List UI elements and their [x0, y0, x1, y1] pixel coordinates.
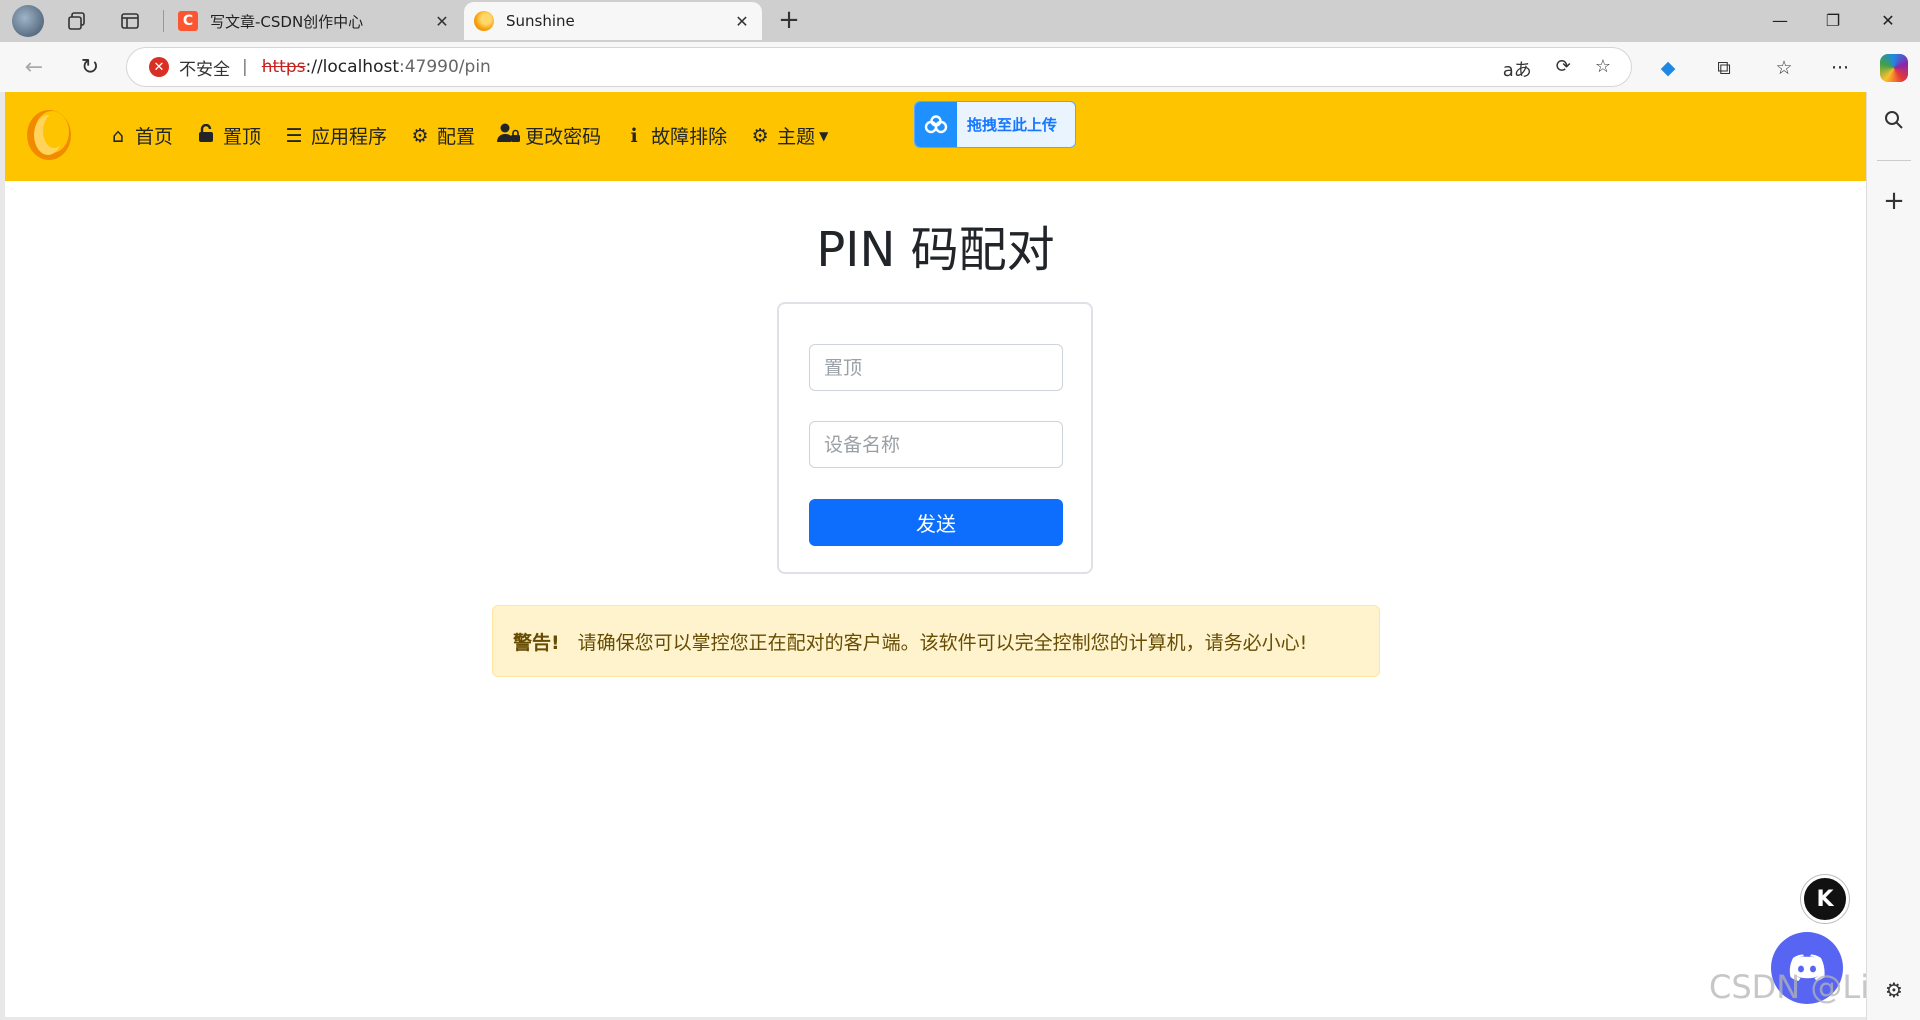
close-icon[interactable]: ✕ — [732, 12, 752, 31]
address-bar-actions: aあ ⟳ ☆ — [1503, 56, 1611, 82]
read-aloud-icon[interactable]: aあ — [1503, 56, 1532, 82]
nav-home[interactable]: ⌂ 首页 — [107, 122, 173, 149]
settings-gear-icon[interactable]: ⚙ — [1882, 978, 1906, 1002]
not-secure-icon[interactable]: ✕ — [149, 57, 169, 77]
csdn-icon: C — [178, 11, 198, 31]
extension-shield-icon[interactable]: ◆ — [1654, 54, 1682, 82]
top-navbar: ⌂ 首页 置顶 ☰ 应用程序 ⚙ 配置 更改密码 i 故障排除 ⚙ 主题 ▼ 拖… — [5, 92, 1866, 181]
nav-links: ⌂ 首页 置顶 ☰ 应用程序 ⚙ 配置 更改密码 i 故障排除 ⚙ 主题 ▼ — [107, 122, 850, 149]
page-viewport: ⌂ 首页 置顶 ☰ 应用程序 ⚙ 配置 更改密码 i 故障排除 ⚙ 主题 ▼ 拖… — [5, 92, 1866, 1017]
page-title: PIN 码配对 — [816, 222, 1055, 278]
vertical-tabs-icon[interactable] — [117, 8, 143, 34]
url-path: :47990/pin — [399, 57, 491, 77]
alert-message: 请确保您可以掌控您正在配对的客户端。该软件可以完全控制您的计算机，请务必小心! — [577, 631, 1308, 654]
more-menu-icon[interactable]: ··· — [1826, 54, 1854, 82]
tab-csdn[interactable]: C 写文章-CSDN创作中心 ✕ — [168, 2, 462, 40]
minimize-icon[interactable]: — — [1760, 6, 1800, 36]
nav-troubleshooting[interactable]: i 故障排除 — [623, 122, 727, 149]
url-separator: | — [242, 57, 248, 77]
url-scheme: https — [261, 57, 306, 77]
upload-label: 拖拽至此上传 — [967, 116, 1058, 134]
cloud-upload-icon — [915, 102, 957, 147]
nav-label: 故障排除 — [651, 126, 728, 148]
sunshine-icon — [474, 11, 494, 31]
pin-input[interactable] — [809, 344, 1063, 391]
address-row: ← ↻ ✕ 不安全 | https://localhost:47990/pin … — [0, 42, 1920, 92]
close-icon[interactable]: ✕ — [432, 12, 452, 31]
extensions-puzzle-icon[interactable]: ⧉ — [1710, 54, 1738, 82]
send-button[interactable]: 发送 — [809, 499, 1063, 546]
nav-change-password[interactable]: 更改密码 — [497, 122, 601, 149]
edge-refresh-icon[interactable]: ⟳ — [1556, 56, 1571, 82]
nav-config[interactable]: ⚙ 配置 — [409, 122, 476, 149]
nav-pin[interactable]: 置顶 — [195, 122, 261, 149]
profile-avatar[interactable] — [12, 5, 44, 37]
nav-applications[interactable]: ☰ 应用程序 — [283, 122, 388, 149]
user-lock-icon — [497, 123, 521, 148]
warning-alert: 警告! 请确保您可以掌控您正在配对的客户端。该软件可以完全控制您的计算机，请务必… — [492, 605, 1380, 677]
caret-down-icon: ▼ — [819, 128, 829, 143]
favorite-star-icon[interactable]: ☆ — [1595, 56, 1611, 82]
nav-label: 首页 — [135, 126, 174, 148]
list-icon: ☰ — [285, 124, 303, 147]
tab-sunshine[interactable]: Sunshine ✕ — [464, 2, 762, 40]
new-tab-icon[interactable]: + — [774, 6, 804, 36]
security-label[interactable]: 不安全 — [179, 55, 230, 80]
favorites-list-icon[interactable]: ☆ — [1770, 54, 1798, 82]
browser-sidebar: + ⚙ — [1866, 92, 1920, 1020]
nav-label: 应用程序 — [311, 126, 388, 148]
restore-icon[interactable]: ❐ — [1813, 6, 1853, 36]
alert-title: 警告! — [513, 631, 560, 654]
tab-title: Sunshine — [506, 12, 575, 30]
url-host: ://localhost — [305, 57, 400, 77]
home-icon: ⌂ — [111, 124, 125, 147]
collections-icon[interactable] — [64, 8, 90, 34]
device-name-input[interactable] — [809, 421, 1063, 468]
add-icon[interactable]: + — [1882, 186, 1906, 216]
tab-separator — [163, 10, 164, 32]
gear-icon: ⚙ — [751, 124, 769, 147]
k-extension-badge[interactable]: K — [1801, 875, 1849, 923]
lock-icon — [195, 123, 217, 148]
search-icon[interactable] — [1882, 110, 1906, 134]
sunshine-logo[interactable] — [23, 107, 75, 163]
sidebar-divider — [1877, 160, 1911, 161]
nav-label: 置顶 — [223, 126, 262, 148]
reload-icon[interactable]: ↻ — [74, 52, 106, 84]
back-arrow-icon[interactable]: ← — [18, 52, 50, 84]
nav-label: 配置 — [437, 126, 476, 148]
pin-form-card: 发送 — [777, 302, 1093, 574]
nav-theme-dropdown[interactable]: ⚙ 主题 ▼ — [749, 122, 829, 149]
tab-title: 写文章-CSDN创作中心 — [210, 12, 364, 31]
tab-bar: C 写文章-CSDN创作中心 ✕ Sunshine ✕ + — ❐ ✕ — [0, 0, 1920, 42]
csdn-watermark: CSDN @Li Zi — [1709, 968, 1866, 1006]
window-close-icon[interactable]: ✕ — [1868, 6, 1908, 36]
upload-drop-button[interactable]: 拖拽至此上传 — [914, 101, 1076, 148]
gear-icon: ⚙ — [411, 124, 429, 147]
nav-label: 主题 — [777, 126, 816, 148]
copilot-icon[interactable] — [1880, 54, 1908, 82]
address-bar[interactable]: ✕ 不安全 | https://localhost:47990/pin aあ ⟳… — [126, 47, 1632, 87]
info-icon: i — [630, 124, 638, 147]
nav-label: 更改密码 — [525, 126, 602, 148]
